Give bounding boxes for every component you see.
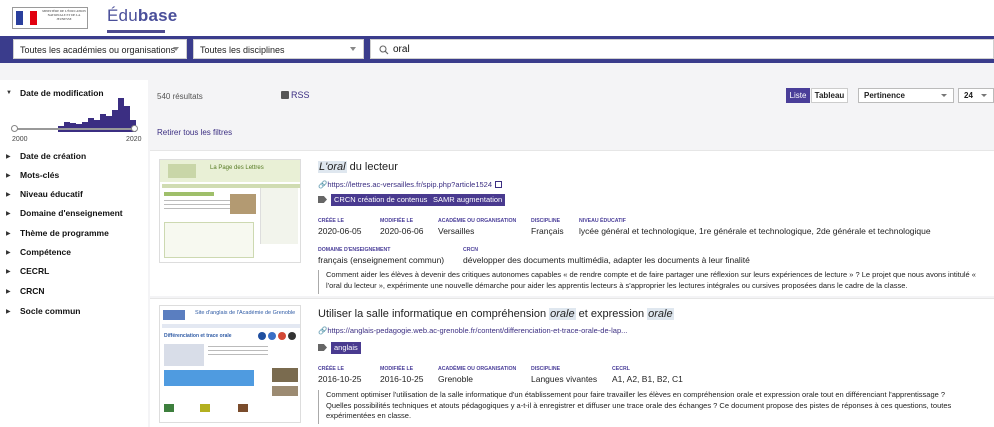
tag[interactable]: SAMR augmentation [430,194,506,206]
result-link[interactable]: 🔗https://anglais-pedagogie.web.ac-grenob… [318,326,627,335]
caret-right-icon: ▶ [6,173,11,179]
caret-right-icon: ▶ [6,231,11,237]
result-thumbnail[interactable]: La Page des Lettres [159,159,301,263]
ministry-name: MINISTÈRE DE L'ÉDUCATION NATIONALE ET DE… [42,9,86,21]
caret-right-icon: ▶ [6,309,11,315]
ministry-logo[interactable]: MINISTÈRE DE L'ÉDUCATION NATIONALE ET DE… [12,7,88,29]
view-list-button[interactable]: Liste [786,88,810,103]
year-min-label: 2000 [12,136,28,143]
tag[interactable]: CRCN création de contenus [331,194,431,206]
caret-right-icon: ▶ [6,250,11,256]
year-max-label: 2020 [126,136,142,143]
caret-down-icon: ▼ [6,90,12,96]
caret-right-icon: ▶ [6,269,11,275]
search-box[interactable] [370,39,994,59]
caret-right-icon: ▶ [6,211,11,217]
chevron-down-icon [981,94,987,97]
result-description: Comment aider les élèves à devenir des c… [318,270,978,294]
search-bar: Toutes les académies ou organisations To… [0,36,994,63]
result-card: La Page des Lettres L'oral du lecteur 🔗h… [150,150,994,296]
slider-handle-max[interactable] [131,125,138,132]
search-input[interactable] [393,42,953,57]
link-icon: 🔗 [318,180,328,189]
caret-right-icon: ▶ [6,289,11,295]
clear-filters-link[interactable]: Retirer tous les filtres [157,128,232,137]
chevron-down-icon [350,47,356,51]
edubase-logo[interactable]: Édubase [107,6,177,26]
result-description: Comment optimiser l'utilisation de la sa… [318,390,978,424]
result-thumbnail[interactable]: Site d'anglais de l'Académie de Grenoble… [159,305,301,423]
tag[interactable]: anglais [331,342,361,354]
link-icon: 🔗 [318,326,328,335]
external-link-icon [495,181,503,188]
search-icon [379,45,389,55]
caret-right-icon: ▶ [6,192,11,198]
disciplines-select[interactable]: Toutes les disciplines [193,39,364,59]
chevron-down-icon [173,47,179,51]
logo-underline [107,30,165,33]
result-card: Site d'anglais de l'Académie de Grenoble… [150,298,994,427]
tag-icon [318,196,327,203]
french-flag-icon [16,11,38,25]
rss-link[interactable]: RSS [281,90,310,100]
results-count: 540 résultats [157,92,203,101]
academies-select[interactable]: Toutes les académies ou organisations [13,39,187,59]
caret-right-icon: ▶ [6,154,11,160]
chevron-down-icon [941,94,947,97]
tag-icon [318,344,327,351]
filters-sidebar: ▼ Date de modification 2000 2020 ▶ Date … [0,80,148,427]
result-title[interactable]: Utiliser la salle informatique en compré… [318,308,674,320]
result-title[interactable]: L'oral du lecteur [318,161,398,173]
sort-select[interactable]: Pertinence [858,88,954,103]
view-table-button[interactable]: Tableau [811,88,848,103]
per-page-select[interactable]: 24 [958,88,994,103]
rss-icon [281,91,289,99]
date-histogram [58,98,136,132]
top-header: MINISTÈRE DE L'ÉDUCATION NATIONALE ET DE… [0,0,994,36]
slider-handle-min[interactable] [11,125,18,132]
result-link[interactable]: 🔗https://lettres.ac-versailles.fr/spip.p… [318,180,503,189]
date-range-slider[interactable] [11,125,138,132]
